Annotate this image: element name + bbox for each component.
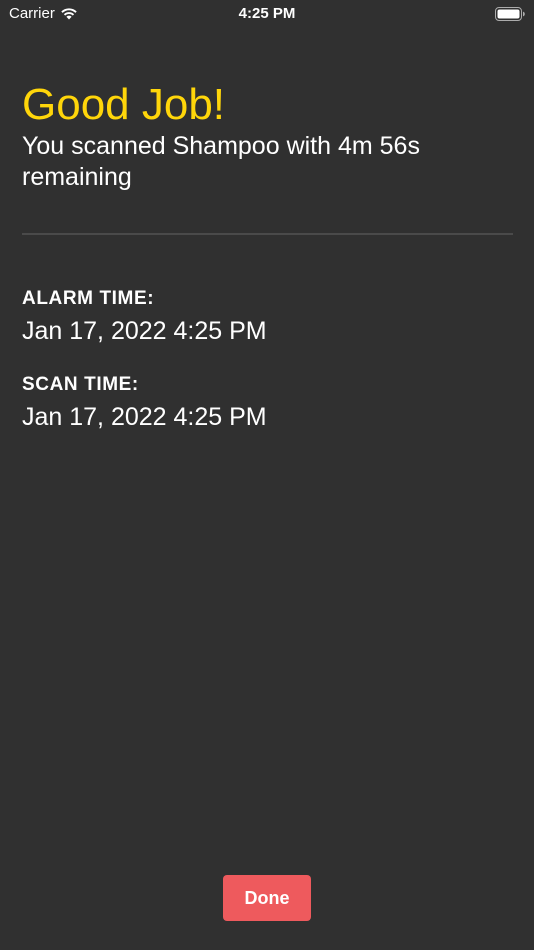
done-button[interactable]: Done	[223, 875, 311, 921]
scan-summary: You scanned Shampoo with 4m 56s remainin…	[22, 132, 420, 191]
divider	[22, 233, 513, 235]
page-title: Good Job!	[22, 80, 226, 129]
alarm-time-label: ALARM TIME:	[22, 288, 155, 309]
battery-icon	[495, 7, 525, 21]
scan-time-value: Jan 17, 2022 4:25 PM	[22, 403, 267, 431]
scan-time-label: SCAN TIME:	[22, 374, 139, 395]
status-time: 4:25 PM	[238, 5, 296, 22]
status-bar: Carrier 4:25 PM	[0, 0, 534, 28]
alarm-time-value: Jan 17, 2022 4:25 PM	[22, 317, 267, 345]
